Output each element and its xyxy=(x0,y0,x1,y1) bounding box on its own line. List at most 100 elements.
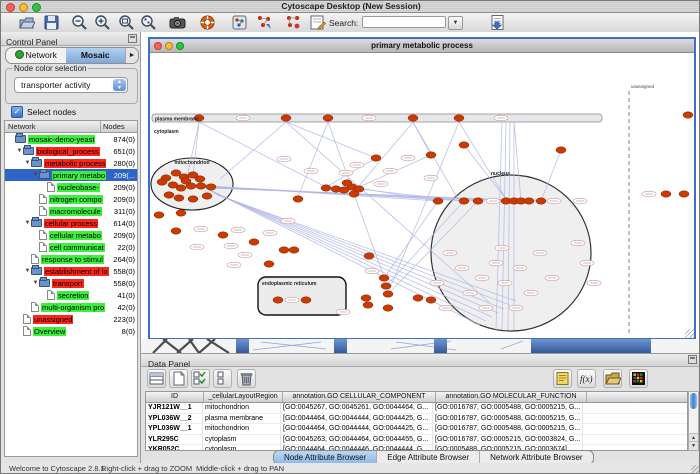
select-attributes-icon[interactable] xyxy=(191,369,210,388)
network-edge[interactable] xyxy=(413,122,431,155)
table-vscrollbar[interactable]: ▲ ▼ xyxy=(688,391,699,451)
network-overlay-icon[interactable] xyxy=(231,14,248,31)
expander-icon[interactable]: ▼ xyxy=(24,220,31,226)
network-node[interactable] xyxy=(202,193,212,199)
app-resize-grip[interactable] xyxy=(691,465,700,474)
network-node[interactable] xyxy=(279,247,289,253)
attribute-matrix-icon[interactable] xyxy=(629,369,648,388)
tree-row[interactable]: ▼transport558(0) xyxy=(5,277,137,289)
zoom-out-icon[interactable] xyxy=(71,14,88,31)
network-node[interactable] xyxy=(524,198,534,204)
network-edge[interactable] xyxy=(359,122,413,186)
function-builder-icon[interactable]: f(x) xyxy=(577,369,596,388)
network-node[interactable] xyxy=(249,239,259,245)
color-attribute-dropdown[interactable]: transporter activity ▲▼ xyxy=(14,77,128,93)
delete-attribute-icon[interactable] xyxy=(237,369,256,388)
network-node[interactable] xyxy=(342,180,352,186)
network-node[interactable] xyxy=(264,261,274,267)
snapshot-icon[interactable] xyxy=(169,14,186,31)
network-edge[interactable] xyxy=(384,201,438,278)
network-node[interactable] xyxy=(459,142,469,148)
network-node[interactable] xyxy=(176,210,186,216)
tree-row[interactable]: nitrogen compo209(0) xyxy=(5,193,137,205)
network-node[interactable] xyxy=(383,305,393,311)
col-cellular-component[interactable]: annotation.GO CELLULAR_COMPONENT xyxy=(283,392,436,402)
expander-icon[interactable]: ▼ xyxy=(32,280,39,286)
network-node[interactable] xyxy=(364,253,374,259)
tree-row[interactable]: multi-organism pro42(0) xyxy=(5,301,137,313)
save-session-icon[interactable] xyxy=(43,14,60,31)
tree-row[interactable]: cellular metabo209(0) xyxy=(5,229,137,241)
network-edge[interactable] xyxy=(286,122,376,158)
frame-resize-grip[interactable] xyxy=(685,329,694,338)
scrollbar-thumb[interactable] xyxy=(690,393,697,409)
tree-row[interactable]: macromolecule311(0) xyxy=(5,205,137,217)
network-node[interactable] xyxy=(426,152,436,158)
network-node[interactable] xyxy=(157,179,167,185)
network-node[interactable] xyxy=(536,198,546,204)
expander-icon[interactable]: ▼ xyxy=(16,148,23,154)
network-node[interactable] xyxy=(301,297,311,303)
network-node[interactable] xyxy=(164,192,174,198)
network-node[interactable] xyxy=(408,115,418,121)
network-node[interactable] xyxy=(323,115,333,121)
network-node[interactable] xyxy=(433,198,443,204)
expander-icon[interactable]: ▼ xyxy=(24,160,31,166)
tree-row[interactable]: ▼cellular process614(0) xyxy=(5,217,137,229)
network-node[interactable] xyxy=(383,291,393,297)
annotation-notes-icon[interactable] xyxy=(553,369,572,388)
network-node[interactable] xyxy=(196,183,206,189)
col-region[interactable]: _cellularLayoutRegion xyxy=(204,392,283,402)
help-icon[interactable] xyxy=(199,14,216,31)
attribute-table-icon[interactable] xyxy=(147,369,166,388)
network-node[interactable] xyxy=(426,297,436,303)
expander-icon[interactable]: ▼ xyxy=(32,172,39,178)
network-node[interactable] xyxy=(361,295,371,301)
network-node[interactable] xyxy=(176,185,186,191)
tree-row[interactable]: cell communicat22(0) xyxy=(5,241,137,253)
tree-row[interactable]: nucleobase-209(0) xyxy=(5,181,137,193)
network-node[interactable] xyxy=(371,155,381,161)
import-attributes-icon[interactable] xyxy=(603,369,622,388)
tree-row[interactable]: response to stimul264(0) xyxy=(5,253,137,265)
tab-mosaic[interactable]: Mosaic xyxy=(66,48,126,63)
network-node[interactable] xyxy=(454,115,464,121)
tree-row[interactable]: ▼biological_process651(0) xyxy=(5,145,137,157)
network-node[interactable] xyxy=(413,295,423,301)
network-node[interactable] xyxy=(281,115,291,121)
network-node[interactable] xyxy=(679,191,689,197)
network-node[interactable] xyxy=(473,198,483,204)
layout-red-icon[interactable] xyxy=(285,14,302,31)
open-file-icon[interactable] xyxy=(18,14,35,31)
tabs-overflow-arrow[interactable]: ► xyxy=(125,48,138,63)
tree-row[interactable]: ▼establishment of lo558(0) xyxy=(5,265,137,277)
tree-row[interactable]: ▼primary metabo209(... xyxy=(5,169,137,181)
network-edge[interactable] xyxy=(220,122,286,179)
zoom-in-icon[interactable] xyxy=(94,14,111,31)
network-node[interactable] xyxy=(459,198,469,204)
tree-row[interactable]: unassigned223(0) xyxy=(5,313,137,325)
tree-row[interactable]: mosaic-demo-yeast874(0) xyxy=(5,133,137,145)
network-node[interactable] xyxy=(379,275,389,281)
table-row[interactable]: YPL036W__2plasma membrane[GO:0044464, GO… xyxy=(146,414,687,425)
annotation-icon[interactable] xyxy=(309,14,326,31)
network-node[interactable] xyxy=(349,191,359,197)
network-node[interactable] xyxy=(181,178,191,184)
network-node[interactable] xyxy=(218,232,228,238)
network-frame-titlebar[interactable]: primary metabolic process xyxy=(150,39,694,53)
table-row[interactable]: YJR121W__1mitochondrion[GO:0045267, GO:0… xyxy=(146,403,687,414)
network-node[interactable] xyxy=(381,283,391,289)
network-node[interactable] xyxy=(289,247,299,253)
tree-row[interactable]: secretion41(0) xyxy=(5,289,137,301)
search-dropdown-button[interactable]: ▼ xyxy=(448,16,463,30)
zoom-selected-icon[interactable] xyxy=(140,14,157,31)
network-node[interactable] xyxy=(273,297,283,303)
network-node[interactable] xyxy=(321,185,331,191)
tab-network[interactable]: Network xyxy=(6,48,66,63)
import-table-icon[interactable] xyxy=(489,14,506,31)
network-edge[interactable] xyxy=(328,122,384,277)
network-node[interactable] xyxy=(556,147,566,153)
zoom-fit-icon[interactable] xyxy=(118,14,135,31)
table-row[interactable]: YPL036W__1mitochondrion[GO:0044464, GO:0… xyxy=(146,424,687,435)
network-node[interactable] xyxy=(195,176,205,182)
